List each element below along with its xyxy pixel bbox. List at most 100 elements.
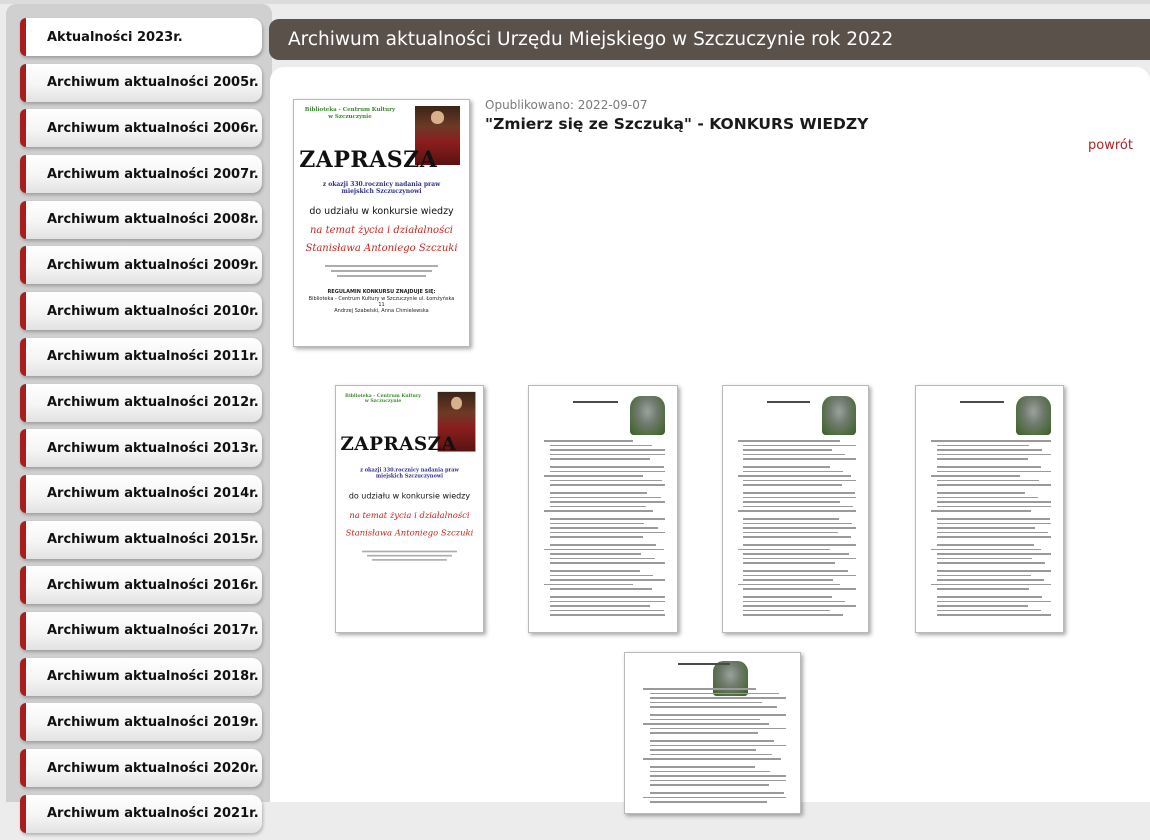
sidebar-item-archiwum-2021[interactable]: Archiwum aktualności 2021r. — [20, 794, 262, 833]
document-text-line — [743, 553, 850, 555]
fine-print-line — [372, 559, 447, 561]
document-text-line — [743, 609, 831, 612]
document-text-line — [649, 792, 785, 794]
document-text-line — [549, 501, 666, 503]
poster-details: REGULAMIN KONKURSU ZNAJDUJE SIĘ: Bibliot… — [308, 289, 455, 314]
back-link[interactable]: powrót — [1088, 138, 1133, 153]
document-text-line — [743, 492, 855, 494]
poster-library-name: Biblioteka - Centrum Kultury w Szczuczyn… — [345, 393, 421, 404]
document-text-line — [649, 706, 778, 708]
poster-fine-print — [319, 262, 445, 280]
document-text-line — [936, 479, 1040, 482]
document-text-line — [936, 574, 1031, 577]
sidebar-item-archiwum-2012[interactable]: Archiwum aktualności 2012r. — [20, 383, 262, 422]
sidebar-item-archiwum-2020[interactable]: Archiwum aktualności 2020r. — [20, 749, 262, 787]
sidebar-item-archiwum-2010[interactable]: Archiwum aktualności 2010r. — [20, 292, 262, 331]
document-text-line — [549, 570, 640, 572]
document-text-line — [649, 784, 769, 786]
poster-topic: na temat życia i działalności — [349, 511, 470, 521]
document-heading-line — [573, 400, 618, 403]
sidebar-item-archiwum-2018[interactable]: Archiwum aktualności 2018r. — [20, 657, 262, 696]
document-text-line — [549, 479, 663, 482]
document-text-line — [930, 440, 1052, 442]
sidebar-item-archiwum-2016[interactable]: Archiwum aktualności 2016r. — [20, 566, 262, 605]
document-text-line — [549, 449, 666, 451]
document-page — [723, 386, 868, 632]
document-text-line — [737, 440, 841, 442]
document-text-line — [743, 588, 857, 590]
document-text-line — [936, 484, 1052, 486]
sidebar-item-archiwum-2019[interactable]: Archiwum aktualności 2019r. — [20, 703, 262, 742]
document-text-line — [743, 505, 854, 508]
sidebar-item-archiwum-2015[interactable]: Archiwum aktualności 2015r. — [20, 520, 262, 559]
document-text-line — [930, 510, 1031, 512]
document-text-line — [743, 466, 831, 468]
gallery-thumb-application-form[interactable] — [915, 385, 1064, 633]
document-text-line — [936, 609, 1041, 612]
fine-print-line — [367, 555, 452, 557]
document-text-line — [642, 796, 786, 799]
document-heading-line — [766, 400, 810, 403]
document-text-line — [543, 440, 633, 442]
document-text-line — [549, 579, 666, 581]
document-text-line — [642, 688, 757, 690]
sidebar-item-archiwum-2013[interactable]: Archiwum aktualności 2013r. — [20, 429, 262, 468]
page-title: Archiwum aktualności Urzędu Miejskiego w… — [288, 29, 894, 50]
document-text-line — [936, 531, 1049, 534]
sidebar-item-archiwum-2006[interactable]: Archiwum aktualności 2006r. — [20, 109, 262, 148]
sidebar-item-archiwum-2007[interactable]: Archiwum aktualności 2007r. — [20, 155, 262, 194]
document-text-line — [649, 749, 757, 751]
document-text-line — [936, 562, 1046, 564]
gallery-thumb-rules-page[interactable] — [528, 385, 678, 633]
document-text-line — [743, 531, 838, 534]
statue-photo — [712, 661, 748, 697]
poster-contact: Biblioteka - Centrum Kultury w Szczuczyn… — [308, 295, 455, 308]
poster-image-main[interactable]: Biblioteka - Centrum Kultury w Szczuczyn… — [293, 99, 470, 347]
sidebar-item-archiwum-2009[interactable]: Archiwum aktualności 2009r. — [20, 246, 262, 285]
document-text-line — [936, 544, 1034, 546]
page-header: Archiwum aktualności Urzędu Miejskiego w… — [269, 19, 1150, 60]
poster-fine-print — [357, 548, 463, 563]
document-text-line — [737, 548, 831, 551]
article-title: "Zmierz się ze Szczuką" - KONKURS WIEDZY — [485, 115, 869, 133]
document-text-line — [649, 766, 755, 768]
document-text-line — [737, 510, 857, 512]
poster-regulamin: REGULAMIN KONKURSU ZNAJDUJE SIĘ: — [327, 289, 436, 296]
document-text-line — [549, 527, 658, 529]
document-text-line — [930, 583, 1052, 586]
sidebar-item-archiwum-2005[interactable]: Archiwum aktualności 2005r. — [20, 63, 262, 102]
document-text-line — [936, 522, 1052, 525]
document-text-line — [743, 527, 857, 529]
document-text-line — [549, 522, 645, 525]
document-heading-line — [677, 662, 730, 665]
document-text-line — [649, 718, 760, 721]
poster-occasion: z okazji 330.rocznicy nadania praw miejs… — [322, 181, 441, 196]
document-text-line — [549, 492, 648, 494]
gallery-thumb-poster[interactable]: Biblioteka - Centrum Kultury w Szczuczyn… — [335, 385, 484, 633]
sidebar-item-archiwum-2017[interactable]: Archiwum aktualności 2017r. — [20, 611, 262, 650]
document-page — [529, 386, 677, 632]
sidebar-item-aktualnosci-2023[interactable]: Aktualności 2023r. — [20, 18, 262, 56]
poster-library-name: Biblioteka - Centrum Kultury w Szczuczyn… — [304, 107, 396, 120]
sidebar-item-archiwum-2011[interactable]: Archiwum aktualności 2011r. — [20, 337, 262, 376]
fine-print-line — [331, 270, 432, 273]
document-text-line — [936, 527, 1036, 529]
sidebar-item-archiwum-2014[interactable]: Archiwum aktualności 2014r. — [20, 474, 262, 513]
gallery-thumb-information-clause[interactable] — [624, 652, 801, 814]
document-text-line — [743, 479, 857, 482]
document-text-line — [642, 758, 781, 760]
document-text-line — [543, 510, 654, 512]
document-text-line — [549, 557, 655, 560]
poster-person: Stanisława Antoniego Szczuki — [305, 242, 458, 254]
poster-copy: Biblioteka - Centrum Kultury w Szczuczyn… — [336, 386, 483, 632]
document-text-line — [649, 714, 786, 716]
gallery-thumb-materials-page[interactable] — [722, 385, 869, 633]
document-text-line — [549, 614, 666, 616]
sidebar: Aktualności 2023r. Archiwum aktualności … — [0, 0, 272, 833]
document-text-line — [549, 466, 664, 468]
document-text-line — [930, 548, 1041, 551]
document-text-line — [649, 779, 786, 782]
document-text-line — [549, 470, 666, 473]
document-text-line — [549, 458, 651, 460]
sidebar-item-archiwum-2008[interactable]: Archiwum aktualności 2008r. — [20, 200, 262, 239]
